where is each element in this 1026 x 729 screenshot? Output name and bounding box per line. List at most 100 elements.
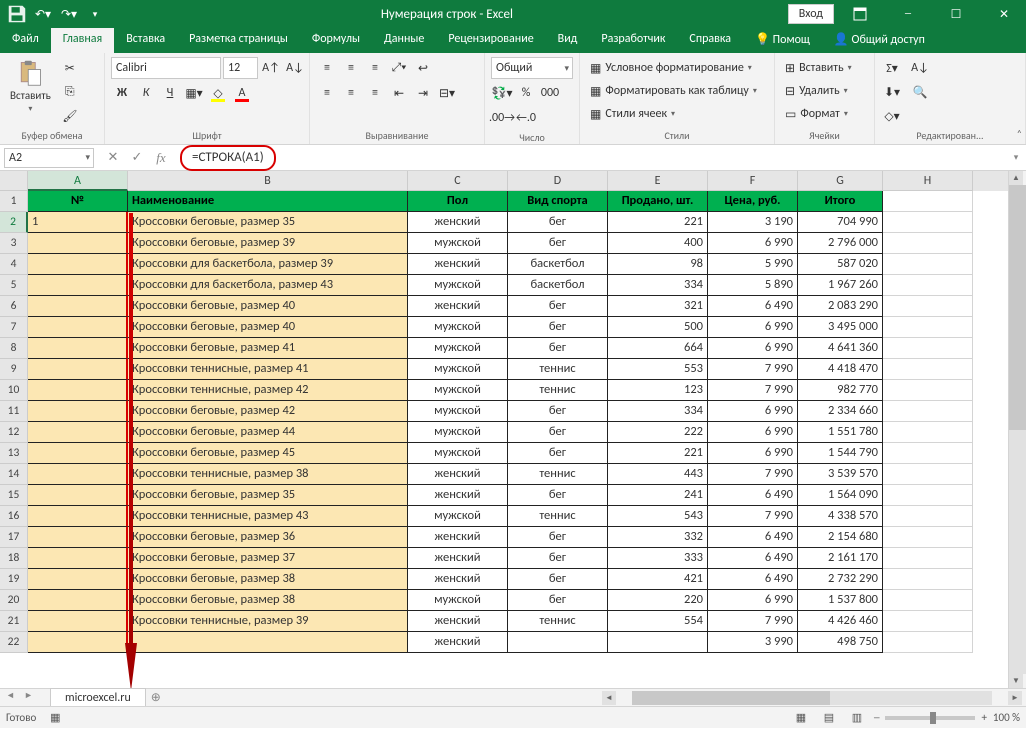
cell[interactable] <box>28 317 128 338</box>
cell[interactable]: 982 770 <box>798 380 883 401</box>
align-middle-icon[interactable]: ≡ <box>340 57 362 79</box>
row-header[interactable]: 3 <box>0 233 28 254</box>
cell[interactable] <box>28 590 128 611</box>
sheet-nav-prev-icon[interactable]: ◄ <box>6 690 22 706</box>
sheet-tab[interactable]: microexcel.ru <box>50 688 146 707</box>
cell[interactable]: 1 544 790 <box>798 443 883 464</box>
cell[interactable]: Кроссовки беговые, размер 38 <box>128 590 408 611</box>
cell[interactable] <box>28 338 128 359</box>
cell[interactable]: 3 190 <box>708 212 798 233</box>
macro-record-icon[interactable]: ▦ <box>44 707 66 729</box>
cell[interactable] <box>28 443 128 464</box>
cell[interactable] <box>28 527 128 548</box>
tab-формулы[interactable]: Формулы <box>300 28 372 53</box>
cell[interactable]: мужской <box>408 338 508 359</box>
cell[interactable]: бег <box>508 338 608 359</box>
copy-icon[interactable]: ⎘ <box>59 81 81 103</box>
font-size-select[interactable]: 12 <box>223 57 258 79</box>
autosum-icon[interactable]: Σ▾ <box>881 57 903 79</box>
decrease-indent-icon[interactable]: ⇤ <box>388 82 410 104</box>
cell[interactable] <box>883 401 973 422</box>
cell[interactable]: 1 967 260 <box>798 275 883 296</box>
vertical-scrollbar[interactable]: ▲ ▼ <box>1008 171 1026 688</box>
cell[interactable]: 3 495 000 <box>798 317 883 338</box>
bold-button[interactable]: Ж <box>111 82 133 104</box>
cell[interactable]: 4 338 570 <box>798 506 883 527</box>
cell[interactable]: 421 <box>608 569 708 590</box>
tab-главная[interactable]: Главная <box>51 28 114 53</box>
tab-разработчик[interactable]: Разработчик <box>589 28 677 53</box>
cell[interactable] <box>28 485 128 506</box>
cell[interactable]: Кроссовки беговые, размер 39 <box>128 233 408 254</box>
cell[interactable]: 5 890 <box>708 275 798 296</box>
row-header[interactable]: 9 <box>0 359 28 380</box>
row-header[interactable]: 6 <box>0 296 28 317</box>
cell[interactable] <box>883 275 973 296</box>
cell[interactable]: Цена, руб. <box>708 191 798 212</box>
cell[interactable] <box>28 296 128 317</box>
cell[interactable]: 334 <box>608 401 708 422</box>
row-header[interactable]: 14 <box>0 464 28 485</box>
cell[interactable]: 321 <box>608 296 708 317</box>
cell[interactable]: 123 <box>608 380 708 401</box>
cell[interactable]: женский <box>408 548 508 569</box>
cell[interactable] <box>883 254 973 275</box>
cell[interactable]: 221 <box>608 212 708 233</box>
increase-decimal-icon[interactable]: .00→ <box>491 107 513 129</box>
cell[interactable]: 500 <box>608 317 708 338</box>
cell[interactable]: баскетбол <box>508 254 608 275</box>
row-header[interactable]: 5 <box>0 275 28 296</box>
cut-icon[interactable]: ✂ <box>59 57 81 79</box>
cell[interactable]: 6 990 <box>708 443 798 464</box>
cell[interactable] <box>128 632 408 653</box>
cell[interactable] <box>883 422 973 443</box>
cell[interactable]: теннис <box>508 359 608 380</box>
cell[interactable]: бег <box>508 317 608 338</box>
cell[interactable]: теннис <box>508 380 608 401</box>
cell[interactable]: Продано, шт. <box>608 191 708 212</box>
insert-function-icon[interactable]: fx <box>150 148 172 168</box>
cell[interactable]: 1 537 800 <box>798 590 883 611</box>
cell[interactable]: мужской <box>408 401 508 422</box>
col-header-D[interactable]: D <box>508 171 608 191</box>
cell[interactable]: бег <box>508 296 608 317</box>
format-painter-icon[interactable]: 🖌 <box>59 105 81 127</box>
qat-customize-icon[interactable]: ▾ <box>84 3 106 25</box>
align-right-icon[interactable]: ≡ <box>364 82 386 104</box>
align-left-icon[interactable]: ≡ <box>316 82 338 104</box>
cell[interactable]: бег <box>508 422 608 443</box>
cell[interactable]: женский <box>408 485 508 506</box>
cell[interactable]: 553 <box>608 359 708 380</box>
cell[interactable]: 221 <box>608 443 708 464</box>
row-header[interactable]: 20 <box>0 590 28 611</box>
maximize-icon[interactable]: ☐ <box>934 0 978 28</box>
cell[interactable]: Кроссовки беговые, размер 40 <box>128 296 408 317</box>
cell[interactable]: 498 750 <box>798 632 883 653</box>
cell[interactable] <box>883 443 973 464</box>
cell[interactable] <box>883 506 973 527</box>
cell[interactable]: мужской <box>408 275 508 296</box>
cell[interactable] <box>883 338 973 359</box>
cell[interactable]: Кроссовки беговые, размер 40 <box>128 317 408 338</box>
cell[interactable]: бег <box>508 212 608 233</box>
cell[interactable]: 704 990 <box>798 212 883 233</box>
row-header[interactable]: 4 <box>0 254 28 275</box>
cell[interactable]: Кроссовки беговые, размер 41 <box>128 338 408 359</box>
cell[interactable]: 7 990 <box>708 464 798 485</box>
col-header-H[interactable]: H <box>883 171 973 191</box>
cell[interactable]: теннис <box>508 464 608 485</box>
find-select-icon[interactable]: 🔍 <box>907 81 933 103</box>
cell[interactable]: 6 990 <box>708 422 798 443</box>
undo-icon[interactable]: ↶▾ <box>32 3 54 25</box>
cell[interactable]: 2 154 680 <box>798 527 883 548</box>
cell[interactable]: 6 490 <box>708 548 798 569</box>
cell[interactable]: 4 418 470 <box>798 359 883 380</box>
cell[interactable]: 2 083 290 <box>798 296 883 317</box>
cell[interactable] <box>28 548 128 569</box>
tab-общий доступ[interactable]: 👤 Общий доступ <box>822 28 937 53</box>
cell[interactable]: бег <box>508 527 608 548</box>
row-header[interactable]: 15 <box>0 485 28 506</box>
cell-styles-button[interactable]: ▦ Стили ячеек▾ <box>586 103 679 125</box>
cell[interactable]: женский <box>408 464 508 485</box>
tab-данные[interactable]: Данные <box>372 28 436 53</box>
